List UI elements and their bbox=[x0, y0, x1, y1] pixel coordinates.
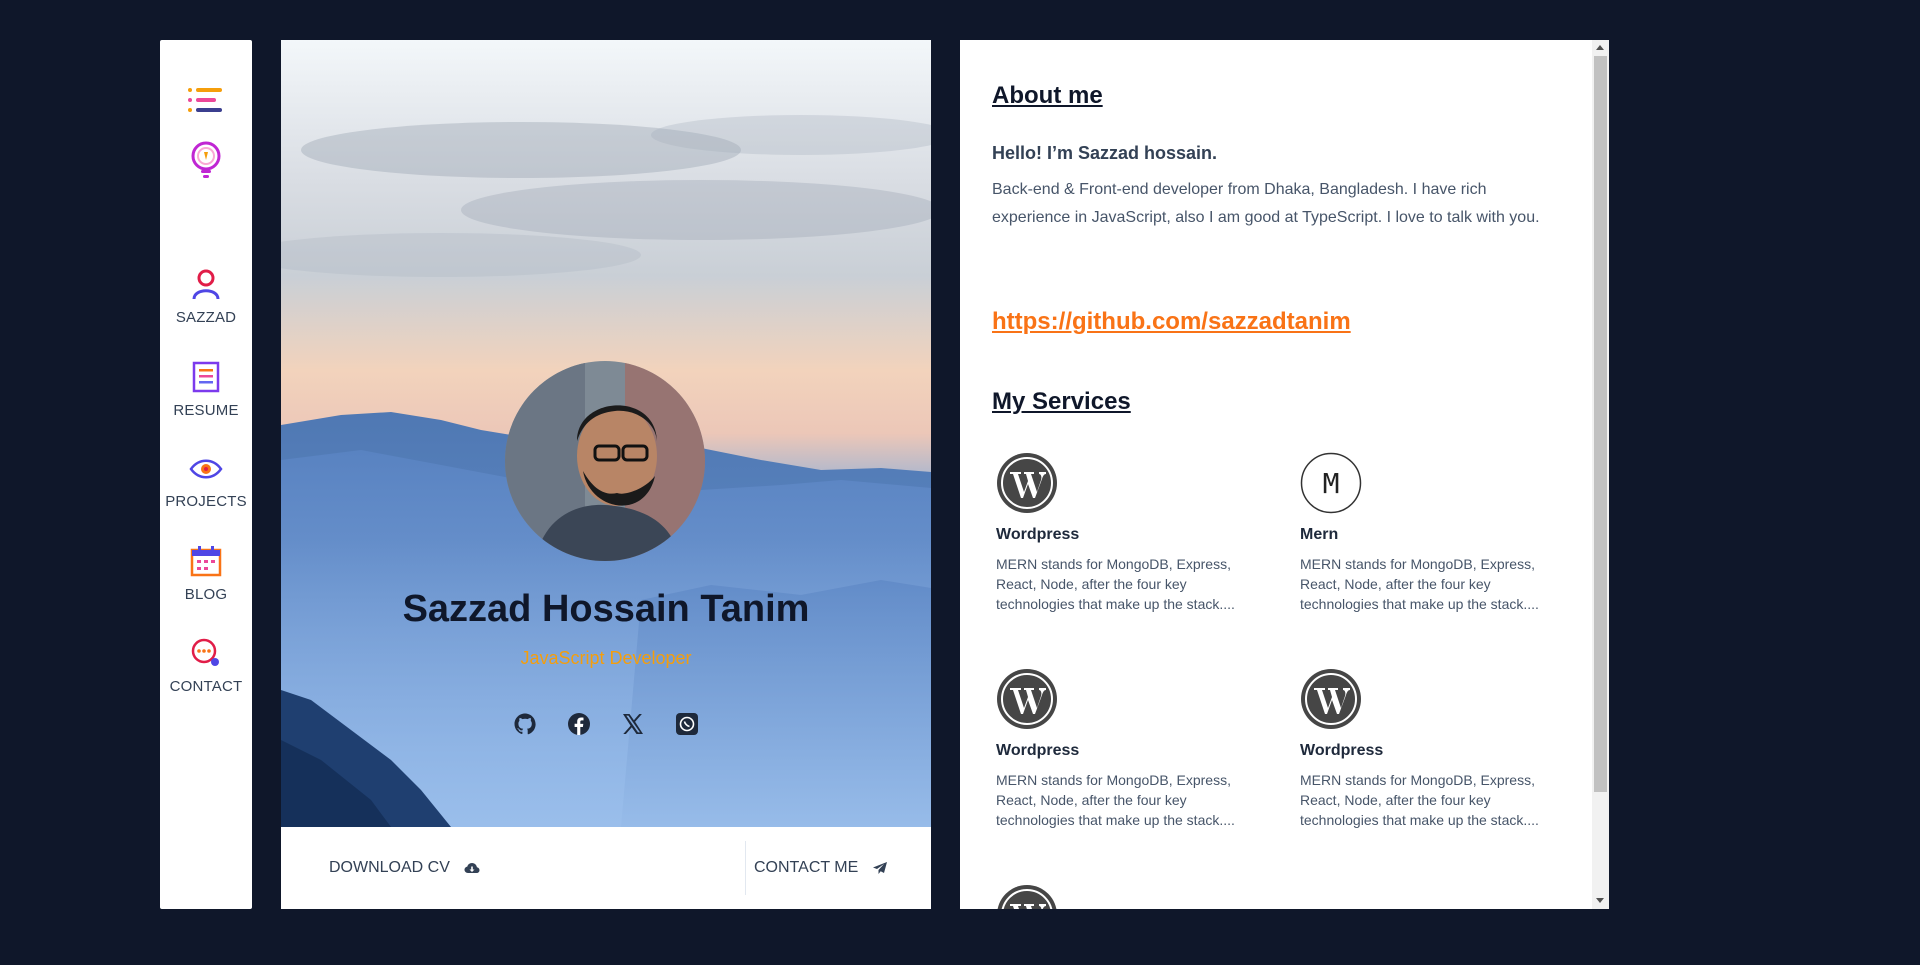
hero-background: Sazzad Hossain Tanim JavaScript Develope… bbox=[281, 40, 931, 827]
wordpress-icon bbox=[1300, 668, 1362, 730]
scrollbar[interactable] bbox=[1592, 40, 1609, 909]
service-description: MERN stands for MongoDB, Express, React,… bbox=[996, 772, 1235, 828]
theme-toggle[interactable] bbox=[160, 140, 252, 187]
whatsapp-icon[interactable] bbox=[675, 712, 699, 736]
nav-label: PROJECTS bbox=[165, 493, 247, 510]
wordpress-icon bbox=[996, 884, 1058, 909]
service-title: Mern bbox=[1300, 526, 1339, 543]
facebook-icon[interactable] bbox=[567, 712, 591, 736]
github-icon[interactable] bbox=[513, 712, 537, 736]
about-heading: About me bbox=[992, 82, 1103, 109]
nav-item-contact[interactable]: CONTACT bbox=[160, 637, 252, 695]
service-card: M Mern MERN stands for MongoDB, Express,… bbox=[1300, 452, 1560, 614]
service-description: MERN stands for MongoDB, Express, React,… bbox=[1300, 556, 1539, 612]
scroll-up-arrow[interactable] bbox=[1596, 45, 1604, 50]
service-title: Wordpress bbox=[1300, 742, 1384, 759]
contact-me-button[interactable]: CONTACT ME bbox=[754, 827, 888, 909]
send-icon bbox=[872, 861, 888, 875]
about-bio: Back-end & Front-end developer from Dhak… bbox=[992, 181, 1540, 226]
menu-icon[interactable] bbox=[186, 86, 226, 119]
mern-icon-letter: M bbox=[1323, 467, 1340, 500]
lightbulb-icon[interactable] bbox=[189, 140, 223, 187]
wordpress-icon bbox=[996, 668, 1058, 730]
sidebar-nav: SAZZAD RESUME PROJECTS BLOG CONTACT bbox=[160, 40, 252, 909]
about-panel: About me Hello! I’m Sazzad hossain. Back… bbox=[960, 40, 1609, 909]
download-cv-label: DOWNLOAD CV bbox=[329, 859, 450, 876]
user-icon bbox=[191, 268, 221, 305]
services-heading: My Services bbox=[992, 388, 1131, 415]
service-description: MERN stands for MongoDB, Express, React,… bbox=[996, 556, 1235, 612]
service-card-partial bbox=[996, 884, 1256, 909]
nav-label: RESUME bbox=[173, 402, 239, 419]
mern-icon: M bbox=[1300, 452, 1362, 514]
service-card: Wordpress MERN stands for MongoDB, Expre… bbox=[1300, 668, 1560, 830]
service-description: MERN stands for MongoDB, Express, React,… bbox=[1300, 772, 1539, 828]
service-title: Wordpress bbox=[996, 742, 1080, 759]
social-links bbox=[281, 712, 931, 736]
nav-item-resume[interactable]: RESUME bbox=[160, 361, 252, 419]
nav-label: BLOG bbox=[184, 586, 228, 603]
cloud-download-icon bbox=[464, 861, 480, 875]
actions-divider bbox=[745, 841, 746, 895]
service-card: Wordpress MERN stands for MongoDB, Expre… bbox=[996, 668, 1256, 830]
contact-icon bbox=[190, 637, 222, 674]
resume-icon bbox=[191, 361, 221, 398]
nav-item-projects[interactable]: PROJECTS bbox=[160, 454, 252, 510]
service-title: Wordpress bbox=[996, 526, 1080, 543]
wordpress-icon bbox=[996, 452, 1058, 514]
scrollbar-thumb[interactable] bbox=[1594, 56, 1607, 792]
eye-icon bbox=[189, 454, 223, 489]
profile-name: Sazzad Hossain Tanim bbox=[402, 588, 810, 630]
nav-label: CONTACT bbox=[169, 678, 243, 695]
profile-actions: DOWNLOAD CV CONTACT ME bbox=[281, 827, 931, 909]
nav-item-blog[interactable]: BLOG bbox=[160, 545, 252, 603]
contact-me-label: CONTACT ME bbox=[754, 859, 859, 876]
profile-card: Sazzad Hossain Tanim JavaScript Develope… bbox=[281, 40, 931, 909]
nav-item-sazzad[interactable]: SAZZAD bbox=[160, 268, 252, 326]
nav-label: SAZZAD bbox=[175, 309, 237, 326]
x-icon[interactable] bbox=[621, 712, 645, 736]
github-link[interactable]: https://github.com/sazzadtanim bbox=[992, 308, 1351, 336]
menu-toggle[interactable] bbox=[160, 86, 252, 119]
scroll-down-arrow[interactable] bbox=[1596, 898, 1604, 903]
profile-role: JavaScript Developer bbox=[520, 648, 692, 668]
about-hello: Hello! I’m Sazzad hossain. bbox=[992, 143, 1218, 163]
calendar-icon bbox=[190, 545, 222, 582]
service-card: Wordpress MERN stands for MongoDB, Expre… bbox=[996, 452, 1256, 614]
download-cv-button[interactable]: DOWNLOAD CV bbox=[329, 827, 480, 909]
avatar bbox=[505, 361, 705, 561]
